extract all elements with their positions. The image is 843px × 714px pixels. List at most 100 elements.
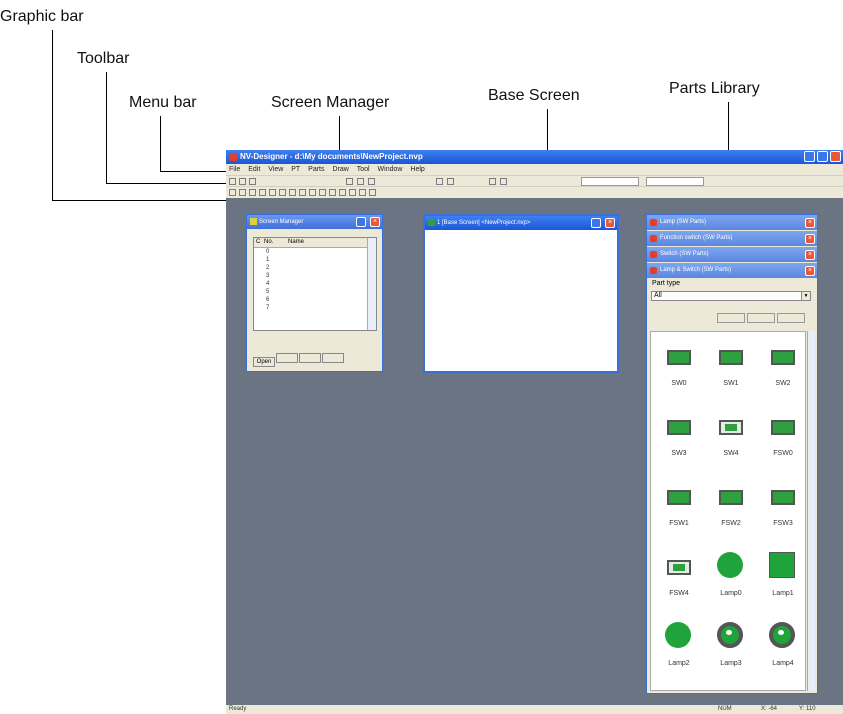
zoom-combo[interactable] (646, 177, 704, 186)
parts-library-header-lamp-switch[interactable]: Lamp & Switch (SW Parts) × (647, 263, 817, 278)
parts-library-header-switch[interactable]: Switch (SW Parts) × (647, 247, 817, 262)
function-switch-icon (719, 490, 743, 505)
part-sw2[interactable]: SW2 (757, 334, 809, 402)
part-lamp0[interactable]: Lamp0 (705, 544, 757, 612)
polyline-icon[interactable] (259, 189, 266, 196)
sector-icon[interactable] (309, 189, 316, 196)
screen-list[interactable]: C No. Name 0 1 2 3 4 5 6 7 (253, 237, 377, 331)
part-sw0[interactable]: SW0 (653, 334, 705, 402)
round-rect-icon[interactable] (319, 189, 326, 196)
part-label: SW1 (723, 380, 739, 387)
part-lamp4[interactable]: Lamp4 (757, 614, 809, 682)
col-name[interactable]: Name (288, 239, 304, 245)
group-icon[interactable] (447, 178, 454, 185)
copy-icon[interactable] (357, 178, 364, 185)
part-sw1[interactable]: SW1 (705, 334, 757, 402)
view-button-2[interactable] (747, 313, 775, 323)
close-icon[interactable]: × (805, 218, 815, 228)
part-lamp1[interactable]: Lamp1 (757, 544, 809, 612)
menu-draw[interactable]: Draw (332, 164, 348, 175)
view-button-3[interactable] (777, 313, 805, 323)
close-icon[interactable]: × (805, 266, 815, 276)
parts-icon[interactable] (359, 189, 366, 196)
list-item[interactable]: 6 (266, 297, 269, 303)
minimize-icon[interactable] (804, 151, 815, 162)
part-fsw1[interactable]: FSW1 (653, 474, 705, 542)
minimize-icon[interactable] (591, 218, 601, 228)
chevron-down-icon[interactable]: ▼ (801, 292, 810, 300)
align-icon[interactable] (436, 178, 443, 185)
print-icon[interactable] (346, 178, 353, 185)
minimize-icon[interactable] (356, 217, 366, 227)
part-label: SW4 (723, 450, 739, 457)
base-screen-window[interactable]: 1 [Base Screen] <NewProject.nvp> × (423, 214, 619, 373)
list-item[interactable]: 3 (266, 273, 269, 279)
part-fsw2[interactable]: FSW2 (705, 474, 757, 542)
part-sw3[interactable]: SW3 (653, 404, 705, 472)
list-item[interactable]: 1 (266, 257, 269, 263)
paste-icon[interactable] (368, 178, 375, 185)
part-fsw0[interactable]: FSW0 (757, 404, 809, 472)
new-file-icon[interactable] (229, 178, 236, 185)
menu-edit[interactable]: Edit (248, 164, 260, 175)
col-no[interactable]: No. (264, 239, 273, 245)
rectangle-icon[interactable] (269, 189, 276, 196)
tab-4[interactable] (322, 353, 344, 363)
grid-icon[interactable] (500, 178, 507, 185)
line-icon[interactable] (249, 189, 256, 196)
parts-scrollbar[interactable] (807, 331, 815, 691)
tab-2[interactable] (276, 353, 298, 363)
menu-file[interactable]: File (229, 164, 240, 175)
list-item[interactable]: 5 (266, 289, 269, 295)
layer-combo[interactable] (581, 177, 639, 186)
close-icon[interactable] (830, 151, 841, 162)
part-lamp2[interactable]: Lamp2 (653, 614, 705, 682)
menu-parts[interactable]: Parts (308, 164, 324, 175)
ellipse-icon[interactable] (279, 189, 286, 196)
maximize-icon[interactable] (817, 151, 828, 162)
part-sw4[interactable]: SW4 (705, 404, 757, 472)
transfer-icon[interactable] (489, 178, 496, 185)
menu-view[interactable]: View (268, 164, 283, 175)
header-label: Lamp (SW Parts) (660, 219, 707, 225)
parts-icon (650, 267, 657, 274)
parts-library-header-function-switch[interactable]: Function switch (SW Parts) × (647, 231, 817, 246)
switch-icon (719, 420, 743, 435)
col-c[interactable]: C (256, 239, 260, 245)
part-type-value: All (654, 292, 662, 299)
list-item[interactable]: 0 (266, 249, 269, 255)
screen-list-scrollbar[interactable] (367, 238, 376, 330)
frame-icon[interactable] (329, 189, 336, 196)
part-type-select[interactable]: All ▼ (651, 291, 811, 301)
select-arrow-icon[interactable] (229, 189, 236, 196)
menu-help[interactable]: Help (410, 164, 424, 175)
settings-icon[interactable] (369, 189, 376, 196)
text-icon[interactable] (239, 189, 246, 196)
base-screen-titlebar[interactable]: 1 [Base Screen] <NewProject.nvp> × (425, 216, 617, 230)
parts-library-header-lamp[interactable]: Lamp (SW Parts) × (647, 215, 817, 230)
close-icon[interactable]: × (805, 250, 815, 260)
close-icon[interactable]: × (370, 217, 380, 227)
bitmap-icon[interactable] (349, 189, 356, 196)
save-icon[interactable] (249, 178, 256, 185)
close-icon[interactable]: × (805, 234, 815, 244)
part-fsw3[interactable]: FSW3 (757, 474, 809, 542)
open-folder-icon[interactable] (239, 178, 246, 185)
title-bar[interactable]: NV-Designer - d:\My documents\NewProject… (226, 150, 843, 164)
arc-icon[interactable] (299, 189, 306, 196)
tab-open[interactable]: Open (253, 357, 275, 367)
close-icon[interactable]: × (605, 218, 615, 228)
part-lamp3[interactable]: Lamp3 (705, 614, 757, 682)
part-fsw4[interactable]: FSW4 (653, 544, 705, 612)
list-item[interactable]: 7 (266, 305, 269, 311)
menu-pt[interactable]: PT (291, 164, 300, 175)
menu-tool[interactable]: Tool (357, 164, 370, 175)
polygon-icon[interactable] (289, 189, 296, 196)
fill-icon[interactable] (339, 189, 346, 196)
menu-window[interactable]: Window (378, 164, 403, 175)
screen-manager-titlebar[interactable]: Screen Manager × (247, 215, 382, 229)
list-item[interactable]: 4 (266, 281, 269, 287)
view-button-1[interactable] (717, 313, 745, 323)
list-item[interactable]: 2 (266, 265, 269, 271)
tab-3[interactable] (299, 353, 321, 363)
